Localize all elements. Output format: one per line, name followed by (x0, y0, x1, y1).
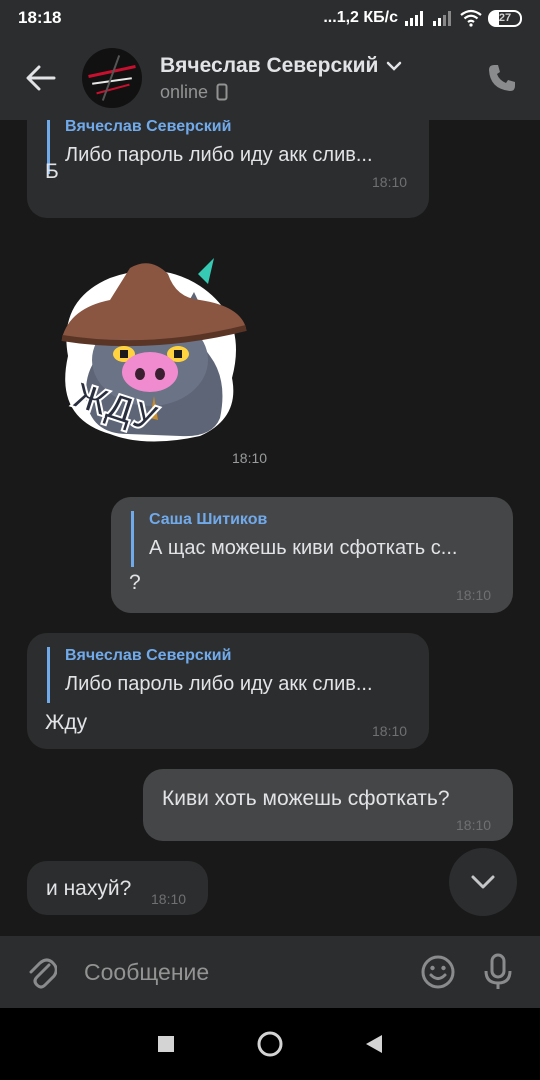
message-text: ? (129, 571, 141, 594)
title-block[interactable]: Вячеслав Северский online (160, 54, 402, 103)
message-text: Киви хоть можешь сфоткать? (162, 787, 450, 810)
battery-level: 27 (498, 12, 512, 24)
back-button[interactable] (0, 36, 82, 120)
chevron-down-icon (387, 61, 402, 71)
message-bubble[interactable]: Вячеслав Северский Либо пароль либо иду … (27, 633, 429, 749)
mobile-icon (216, 83, 228, 101)
message-time: 18:10 (232, 450, 268, 466)
status-indicators: ...1,2 КБ/с 27 (323, 9, 522, 27)
home-icon[interactable] (256, 1030, 284, 1058)
reply-quote[interactable]: Вячеслав Северский Либо пароль либо иду … (47, 647, 373, 703)
status-bar: 18:18 ...1,2 КБ/с 27 (0, 0, 540, 36)
emoji-button[interactable] (408, 936, 468, 1008)
wifi-icon (460, 9, 482, 27)
call-button[interactable] (486, 62, 518, 94)
chevron-down-icon (471, 875, 495, 889)
message-time: 18:10 (151, 891, 187, 907)
avatar[interactable] (82, 48, 142, 108)
message-text: и нахуй? (46, 877, 132, 900)
back-nav-icon[interactable] (364, 1033, 384, 1055)
message-time: 18:10 (372, 174, 408, 190)
chat-screen: 18:18 ...1,2 КБ/с 27 Вячеслав Северский … (0, 0, 540, 1080)
message-text: Б (45, 160, 59, 183)
reply-author: Вячеслав Северский (65, 120, 232, 135)
reply-author: Саша Шитиков (149, 511, 268, 528)
message-time: 18:10 (372, 723, 408, 739)
message-bubble[interactable]: и нахуй? 18:10 (27, 861, 208, 915)
recents-icon[interactable] (156, 1034, 176, 1054)
attach-button[interactable] (0, 936, 84, 1008)
message-time: 18:10 (456, 587, 492, 603)
phone-icon (489, 65, 515, 91)
reply-quote[interactable]: Саша Шитиков А щас можешь киви сфоткать … (131, 511, 457, 567)
contact-name: Вячеслав Северский (160, 53, 379, 77)
paperclip-icon (29, 958, 57, 989)
arrow-left-icon (26, 65, 56, 91)
chat-header: Вячеслав Северский online (0, 36, 540, 120)
message-text: Жду (45, 711, 88, 734)
microphone-icon (484, 953, 512, 989)
system-nav-bar (0, 1008, 540, 1080)
signal-icon (405, 11, 423, 26)
message-bubble[interactable]: Киви хоть можешь сфоткать? 18:10 (143, 769, 513, 841)
battery-icon: 27 (488, 9, 522, 27)
smile-icon (421, 955, 455, 989)
reply-text: А щас можешь киви сфоткать с... (149, 537, 458, 559)
message-list[interactable]: Вячеслав Северский Либо пароль либо иду … (0, 120, 540, 936)
scroll-down-button[interactable] (449, 848, 517, 916)
network-speed: ...1,2 КБ/с (323, 9, 398, 26)
message-bubble[interactable]: Вячеслав Северский Либо пароль либо иду … (27, 120, 429, 218)
message-bubble[interactable]: Саша Шитиков А щас можешь киви сфоткать … (111, 497, 513, 613)
reply-text: Либо пароль либо иду акк слив... (65, 673, 373, 695)
reply-text: Либо пароль либо иду акк слив... (65, 144, 373, 166)
contact-status: online (160, 81, 209, 102)
mic-button[interactable] (468, 936, 528, 1008)
message-input[interactable] (84, 947, 408, 997)
message-composer (0, 936, 540, 1008)
reply-quote[interactable]: Вячеслав Северский Либо пароль либо иду … (47, 120, 373, 174)
message-time: 18:10 (456, 817, 492, 833)
status-time: 18:18 (18, 8, 62, 27)
signal-icon-2 (433, 11, 451, 26)
sticker-cat[interactable]: ЖДУ (50, 248, 250, 448)
reply-author: Вячеслав Северский (65, 647, 232, 664)
